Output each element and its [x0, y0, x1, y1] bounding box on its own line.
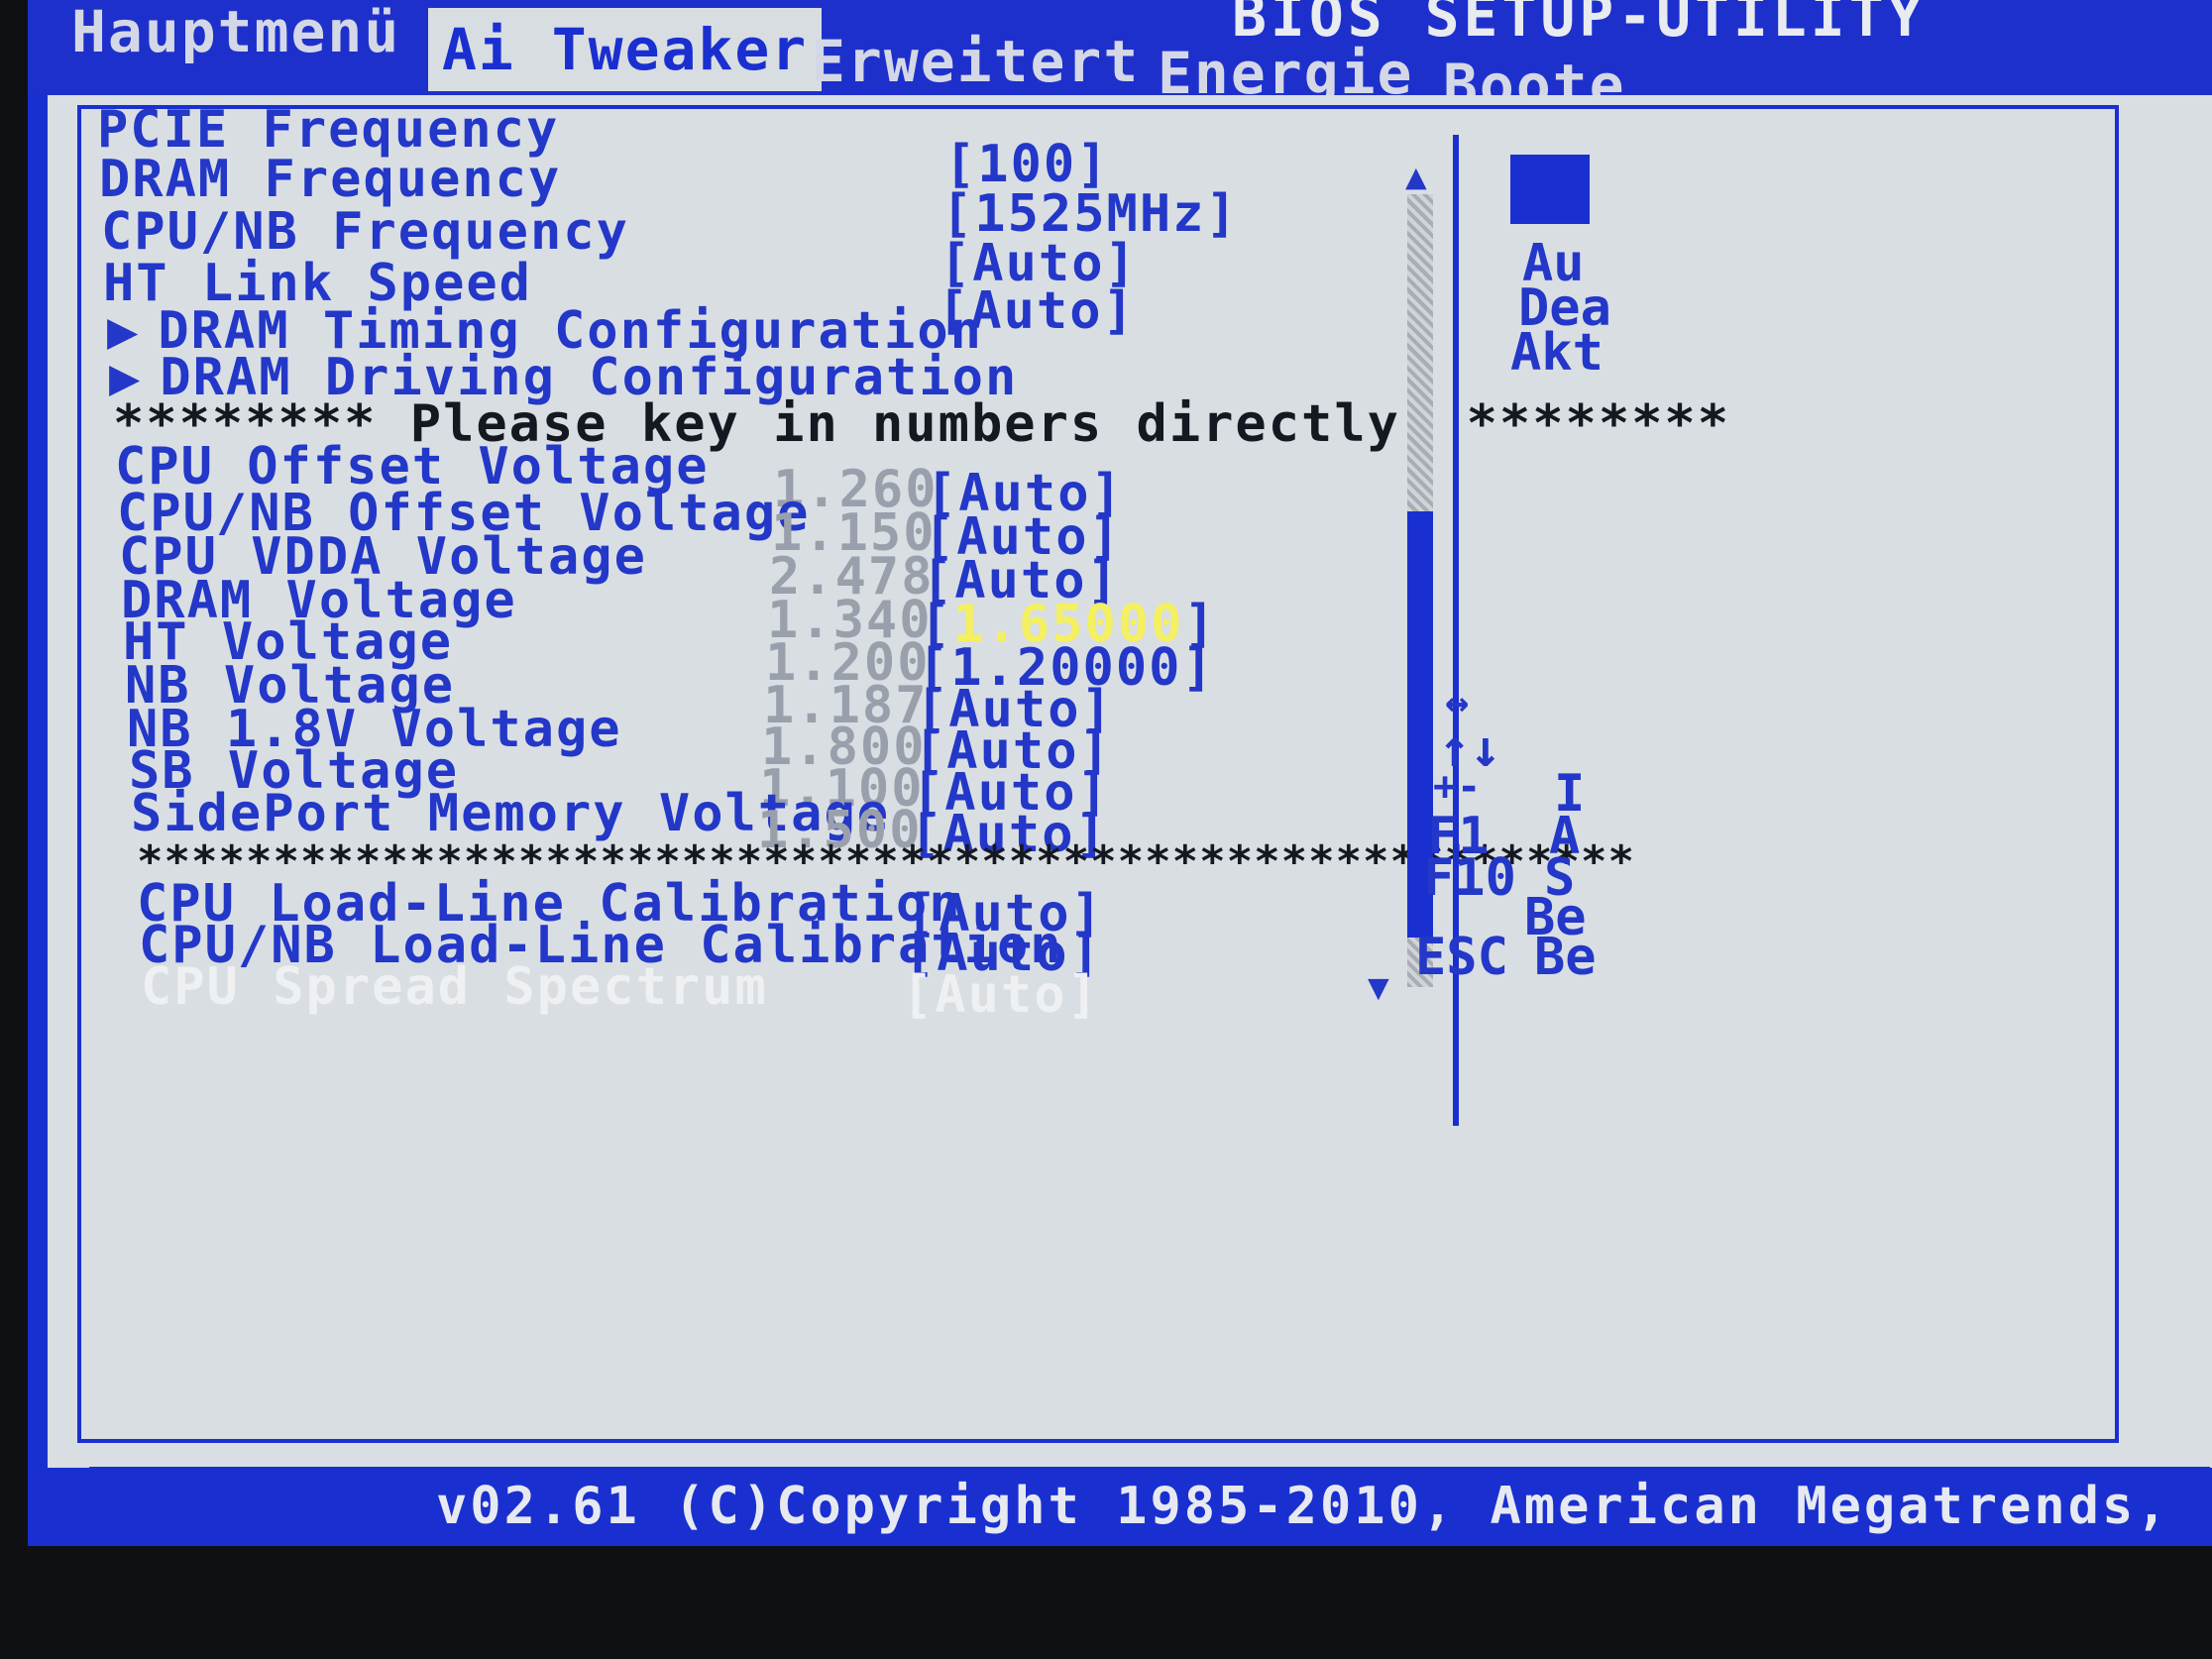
settings-panel: PCIE Frequency [100] DRAM Frequency [152… [48, 95, 2212, 1468]
tab-ai-tweaker[interactable]: Ai Tweaker [428, 8, 823, 91]
help-desc-be-2: Be [1534, 928, 1597, 987]
value-cpu-spread-spectrum: [Auto] [902, 965, 1100, 1025]
help-line-3: Akt [1510, 323, 1604, 383]
help-header-box [1510, 155, 1590, 224]
notice-stars-right: ******** [1466, 394, 1731, 454]
footer-copyright: v02.61 (C)Copyright 1985-2010, American … [436, 1477, 2170, 1536]
bios-screen: BIOS SETUP-UTILITY Hauptmenü Ai Tweaker … [28, 0, 2212, 1546]
help-key-f10: F10 [1423, 848, 1516, 908]
help-key-plus-minus: +- [1433, 764, 1482, 810]
tab-erweitert[interactable]: Erweitert [811, 28, 1140, 95]
setting-cpu-spread-spectrum: CPU Spread Spectrum [141, 957, 768, 1017]
setting-dram-frequency[interactable]: DRAM Frequency [99, 150, 561, 209]
scroll-down-icon[interactable]: ▼ [1368, 967, 1389, 1008]
help-key-esc: ESC [1415, 928, 1508, 987]
setting-cpunb-frequency[interactable]: CPU/NB Frequency [101, 202, 629, 262]
tab-hauptmenue[interactable]: Hauptmenü [71, 0, 400, 65]
scroll-up-icon[interactable]: ▲ [1405, 157, 1427, 197]
